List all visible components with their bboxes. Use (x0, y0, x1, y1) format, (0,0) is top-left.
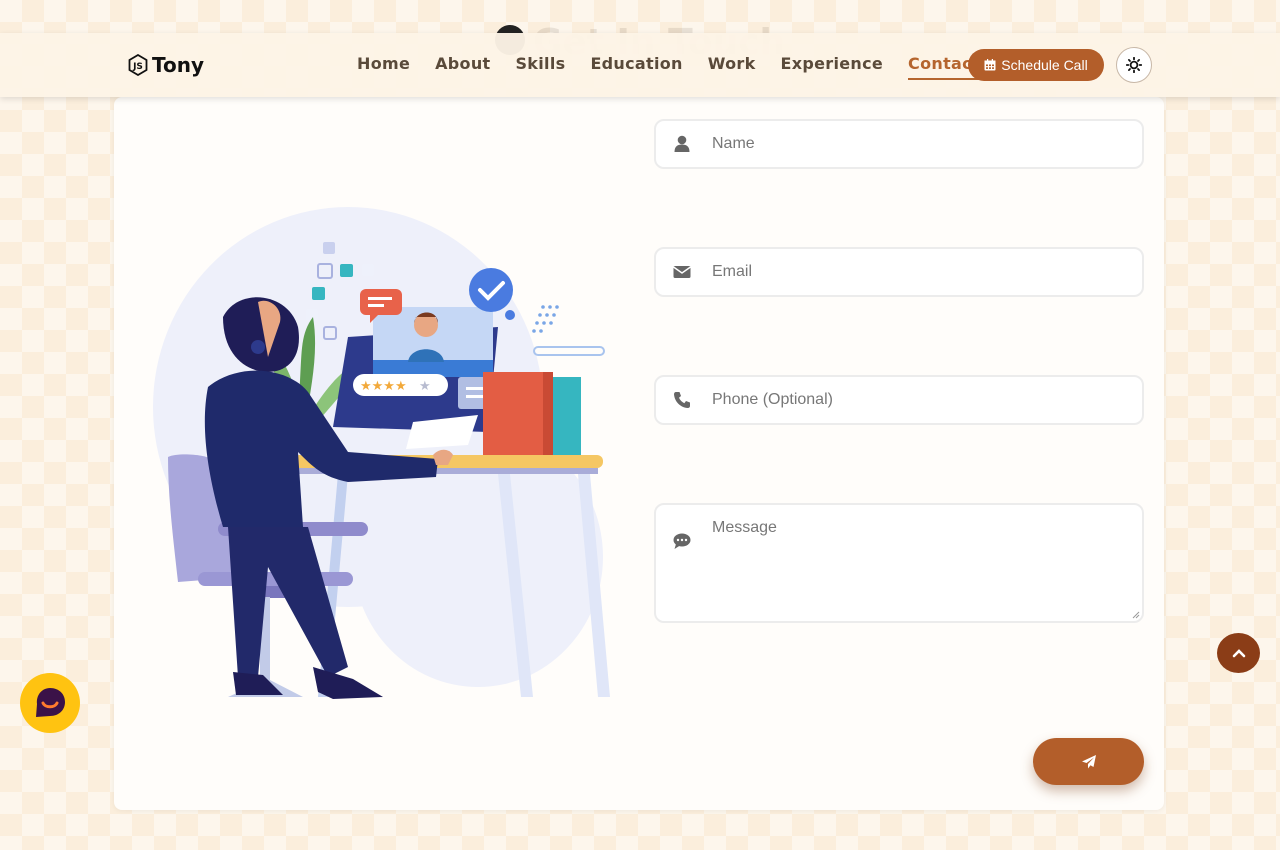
svg-text:★: ★ (419, 379, 431, 394)
nav-link-work[interactable]: Work (708, 54, 756, 80)
svg-text:JS: JS (132, 62, 143, 72)
svg-text:★★★★: ★★★★ (360, 379, 407, 394)
paper-plane-icon (1081, 754, 1096, 768)
nav-link-experience[interactable]: Experience (781, 54, 884, 80)
chat-icon (36, 688, 65, 717)
brand-name: Tony (152, 53, 205, 77)
contact-illustration: ★★★★ ★ (153, 207, 610, 699)
resize-handle-icon[interactable] (1132, 611, 1140, 619)
navbar: JS Tony Home About Skills Education Work… (0, 33, 1280, 97)
user-icon (674, 135, 690, 152)
schedule-call-button[interactable]: Schedule Call (968, 49, 1104, 81)
chat-widget-button[interactable] (20, 673, 80, 733)
scroll-to-top-button[interactable] (1217, 633, 1260, 673)
nodejs-logo-icon: JS (128, 54, 148, 76)
name-input[interactable] (712, 135, 1132, 153)
phone-icon (674, 392, 690, 408)
nav-link-about[interactable]: About (435, 54, 490, 80)
nav-link-education[interactable]: Education (590, 54, 682, 80)
nav-link-home[interactable]: Home (357, 54, 410, 80)
phone-input[interactable] (712, 391, 1132, 409)
sun-icon (1126, 57, 1142, 73)
theme-toggle-button[interactable] (1116, 47, 1152, 83)
nav-link-skills[interactable]: Skills (515, 54, 565, 80)
schedule-call-label: Schedule Call (1001, 57, 1088, 73)
email-field[interactable] (654, 247, 1144, 297)
comments-icon (673, 533, 691, 549)
nav-links: Home About Skills Education Work Experie… (357, 54, 1005, 80)
email-input[interactable] (712, 263, 1132, 281)
calendar-icon (984, 59, 996, 71)
contact-card: ★★★★ ★ (114, 97, 1164, 810)
message-input[interactable] (712, 519, 1132, 609)
message-field[interactable] (654, 503, 1144, 623)
chevron-up-icon (1232, 649, 1245, 658)
name-field[interactable] (654, 119, 1144, 169)
send-message-button[interactable] (1033, 738, 1144, 785)
phone-field[interactable] (654, 375, 1144, 425)
envelope-icon (673, 266, 691, 278)
brand-link[interactable]: JS Tony (128, 53, 204, 77)
